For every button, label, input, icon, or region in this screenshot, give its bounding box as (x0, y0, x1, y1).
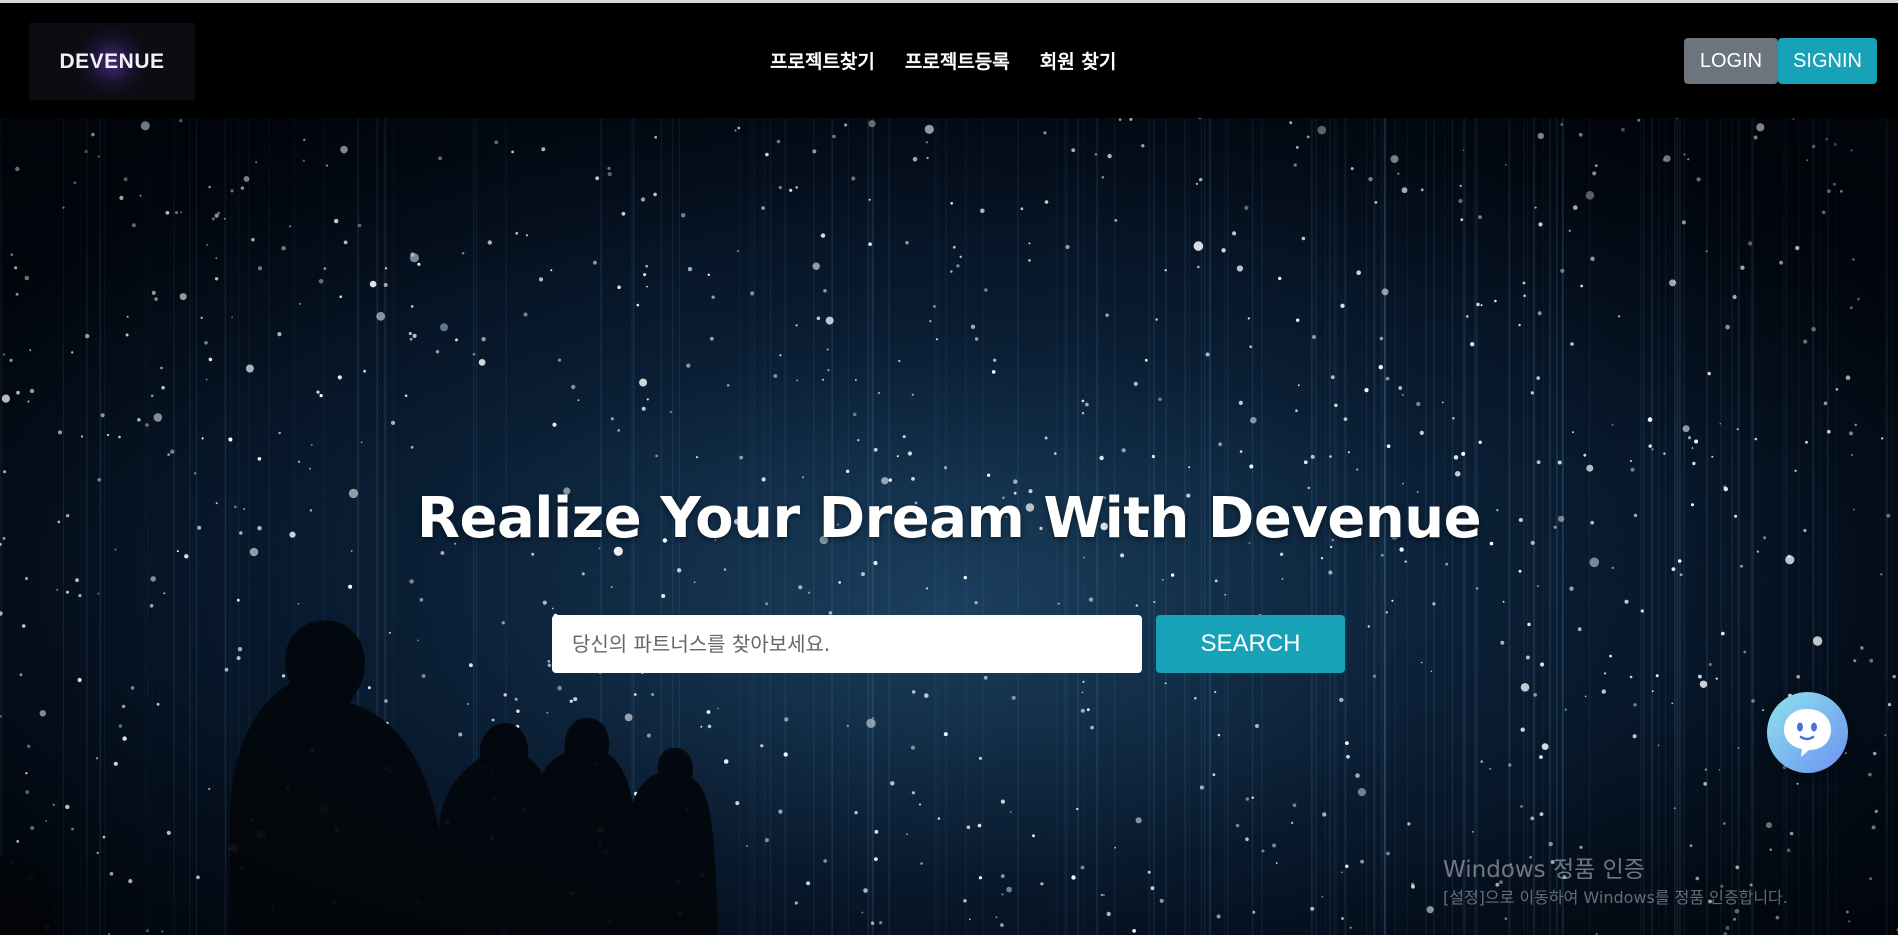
signin-button[interactable]: SIGNIN (1778, 38, 1877, 84)
navbar: DEVENUE 프로젝트찾기 프로젝트등록 회원 찾기 LOGIN SIGNIN (0, 3, 1898, 118)
nav-item-find-member[interactable]: 회원 찾기 (1040, 47, 1117, 74)
nav-menu: 프로젝트찾기 프로젝트등록 회원 찾기 (770, 47, 1116, 74)
logo[interactable]: DEVENUE (29, 23, 195, 100)
logo-text: DEVENUE (59, 49, 165, 73)
hero-section: Realize Your Dream With Devenue SEARCH W… (0, 118, 1898, 935)
search-button[interactable]: SEARCH (1156, 615, 1345, 673)
search-input[interactable] (552, 615, 1142, 673)
login-button[interactable]: LOGIN (1684, 38, 1778, 84)
page: DEVENUE 프로젝트찾기 프로젝트등록 회원 찾기 LOGIN SIGNIN… (0, 0, 1898, 935)
chat-widget-button[interactable] (1767, 692, 1848, 773)
nav-item-find-project[interactable]: 프로젝트찾기 (770, 47, 875, 74)
nav-item-register-project[interactable]: 프로젝트등록 (905, 47, 1010, 74)
windows-activation-subtitle: [설정]으로 이동하여 Windows를 정품 인증합니다. (1443, 888, 1788, 907)
chat-bubble-face-icon (1784, 709, 1831, 757)
windows-activation-title: Windows 정품 인증 (1443, 857, 1645, 883)
hero-title: Realize Your Dream With Devenue (416, 486, 1482, 551)
